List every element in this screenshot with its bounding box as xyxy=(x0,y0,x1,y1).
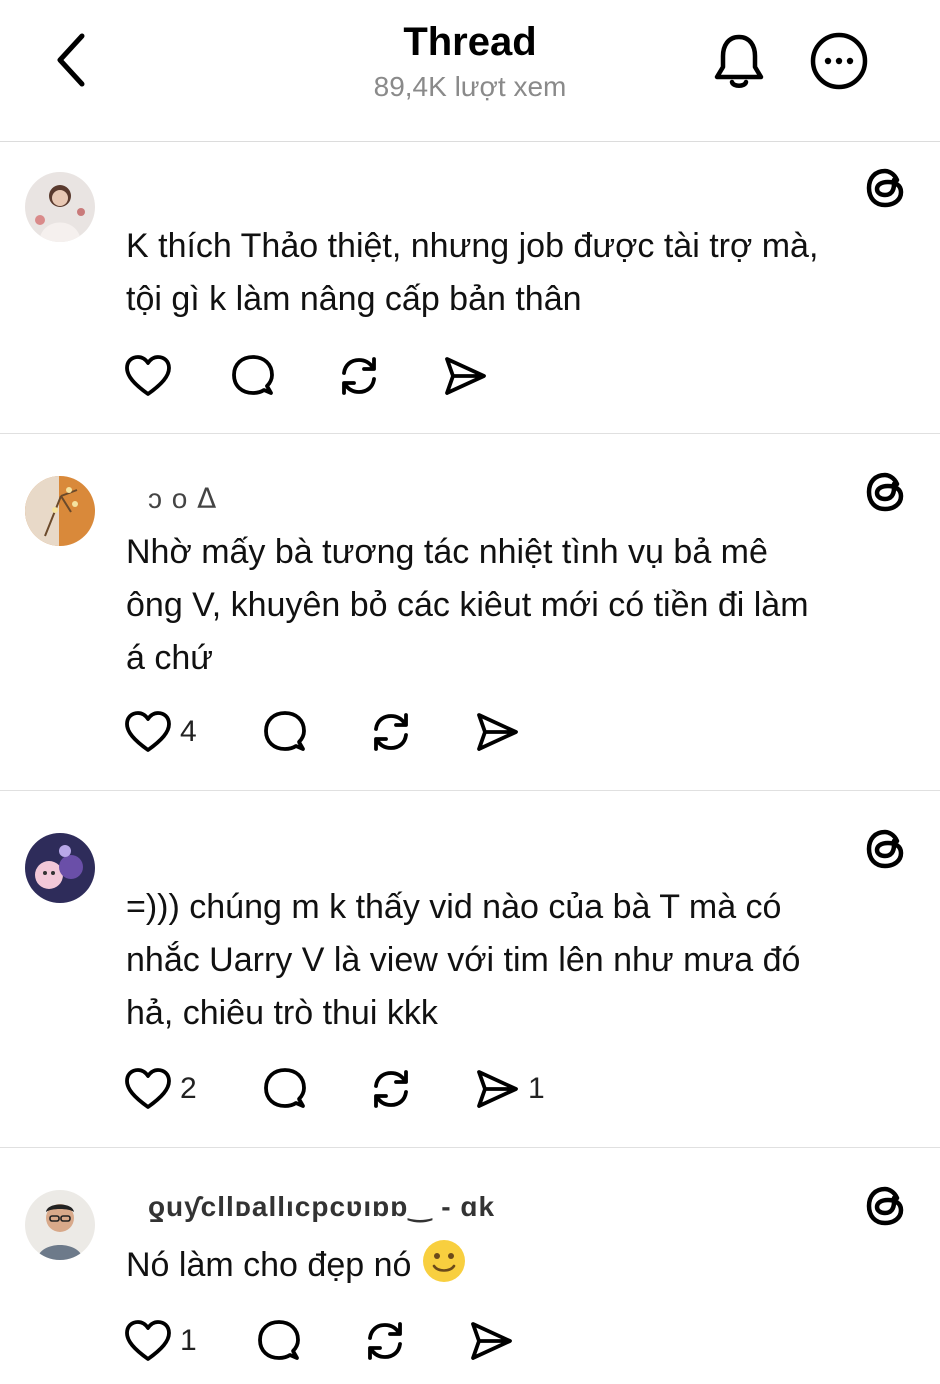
threads-logo[interactable] xyxy=(862,825,910,873)
avatar-image xyxy=(25,833,95,903)
threads-logo-icon xyxy=(866,472,904,512)
comment-icon xyxy=(264,711,306,751)
repost-button[interactable] xyxy=(336,353,442,399)
send-icon xyxy=(477,713,518,751)
reply-post: ƍuƴcllᴅallıcpcʋıɒɒ‿ - ɑk Nó làm cho đẹp … xyxy=(0,1148,940,1384)
action-bar: 2 1 xyxy=(124,1065,545,1113)
threads-logo[interactable] xyxy=(862,1182,910,1230)
username[interactable]: ƍuƴcllᴅallıcpcʋıɒɒ‿ - ɑk xyxy=(148,1190,495,1223)
like-button[interactable] xyxy=(124,354,230,398)
like-button[interactable]: 4 xyxy=(124,710,262,754)
top-bar: Thread 89,4K lượt xem xyxy=(0,0,940,142)
post-text-line: =))) chúng m k thấy vid nào của bà T mà … xyxy=(126,888,782,926)
reply-post: =))) chúng m k thấy vid nào của bà T mà … xyxy=(0,791,940,1148)
post-text-line: tội gì k làm nâng cấp bản thân xyxy=(126,280,582,318)
avatar-image xyxy=(25,1190,95,1260)
page-title: Thread xyxy=(403,20,537,64)
post-text-line: hả, chiêu trò thui kkk xyxy=(126,994,438,1032)
repost-icon xyxy=(374,713,408,751)
avatar[interactable] xyxy=(25,1190,95,1260)
repost-icon xyxy=(368,1322,402,1360)
share-button[interactable] xyxy=(474,710,520,754)
share-button[interactable]: 1 xyxy=(474,1067,545,1111)
username[interactable]: ɔ o ᐃ xyxy=(148,482,217,515)
post-text-line: ông V, khuyên bỏ các kiêut mới có tiền đ… xyxy=(126,586,809,624)
notification-button[interactable] xyxy=(708,30,770,92)
send-icon xyxy=(445,357,486,395)
send-icon xyxy=(477,1070,518,1108)
threads-logo-icon xyxy=(866,829,904,869)
avatar-image xyxy=(25,172,95,242)
avatar[interactable] xyxy=(25,476,95,546)
share-button[interactable] xyxy=(442,354,488,398)
repost-icon xyxy=(374,1070,408,1108)
more-options-button[interactable] xyxy=(808,30,870,92)
repost-button[interactable] xyxy=(362,1318,468,1364)
post-text: Nó làm cho đẹp nó xyxy=(126,1238,910,1292)
heart-icon xyxy=(125,355,171,396)
threads-logo-icon xyxy=(866,168,904,208)
threads-logo[interactable] xyxy=(862,468,910,516)
action-bar: 1 xyxy=(124,1317,514,1365)
like-count: 2 xyxy=(180,1072,197,1105)
comment-icon xyxy=(232,355,274,395)
action-bar xyxy=(124,352,488,400)
comment-button[interactable] xyxy=(262,1066,368,1112)
post-text: Nhờ mấy bà tương tác nhiệt tình vụ bả mê… xyxy=(126,526,910,685)
avatar[interactable] xyxy=(25,172,95,242)
reply-post: ɔ o ᐃ Nhờ mấy bà tương tác nhiệt tình vụ… xyxy=(0,434,940,791)
heart-icon xyxy=(125,1068,171,1109)
like-button[interactable]: 1 xyxy=(124,1319,256,1363)
heart-icon xyxy=(125,711,171,752)
title-block: Thread 89,4K lượt xem xyxy=(0,18,940,104)
more-icon xyxy=(810,32,868,90)
post-text: K thích Thảo thiệt, nhưng job được tài t… xyxy=(126,220,910,326)
like-count: 1 xyxy=(180,1324,197,1357)
post-text: =))) chúng m k thấy vid nào của bà T mà … xyxy=(126,881,910,1040)
avatar[interactable] xyxy=(25,833,95,903)
comment-button[interactable] xyxy=(230,353,336,399)
repost-button[interactable] xyxy=(368,1066,474,1112)
threads-logo[interactable] xyxy=(862,164,910,212)
repost-button[interactable] xyxy=(368,709,474,755)
post-text-line: nhắc Uarry V là view với tim lên như mưa… xyxy=(126,941,801,979)
comment-icon xyxy=(264,1068,306,1108)
view-count: 89,4K lượt xem xyxy=(373,71,567,102)
like-button[interactable]: 2 xyxy=(124,1067,262,1111)
share-count: 1 xyxy=(528,1072,545,1105)
bell-icon xyxy=(714,34,764,88)
share-button[interactable] xyxy=(468,1319,514,1363)
comment-button[interactable] xyxy=(262,709,368,755)
slightly-smiling-face-icon xyxy=(422,1240,465,1282)
like-count: 4 xyxy=(180,715,197,748)
comment-button[interactable] xyxy=(256,1318,362,1364)
heart-icon xyxy=(125,1320,171,1361)
repost-icon xyxy=(342,357,376,395)
reply-post: K thích Thảo thiệt, nhưng job được tài t… xyxy=(0,142,940,434)
action-bar: 4 xyxy=(124,708,520,756)
send-icon xyxy=(471,1322,512,1360)
post-text-line: á chứ xyxy=(126,639,214,677)
post-text-line: Nó làm cho đẹp nó xyxy=(126,1246,412,1284)
avatar-image xyxy=(25,476,95,546)
post-text-line: Nhờ mấy bà tương tác nhiệt tình vụ bả mê xyxy=(126,533,768,571)
threads-logo-icon xyxy=(866,1186,904,1226)
comment-icon xyxy=(258,1320,300,1360)
post-text-line: K thích Thảo thiệt, nhưng job được tài t… xyxy=(126,227,819,265)
